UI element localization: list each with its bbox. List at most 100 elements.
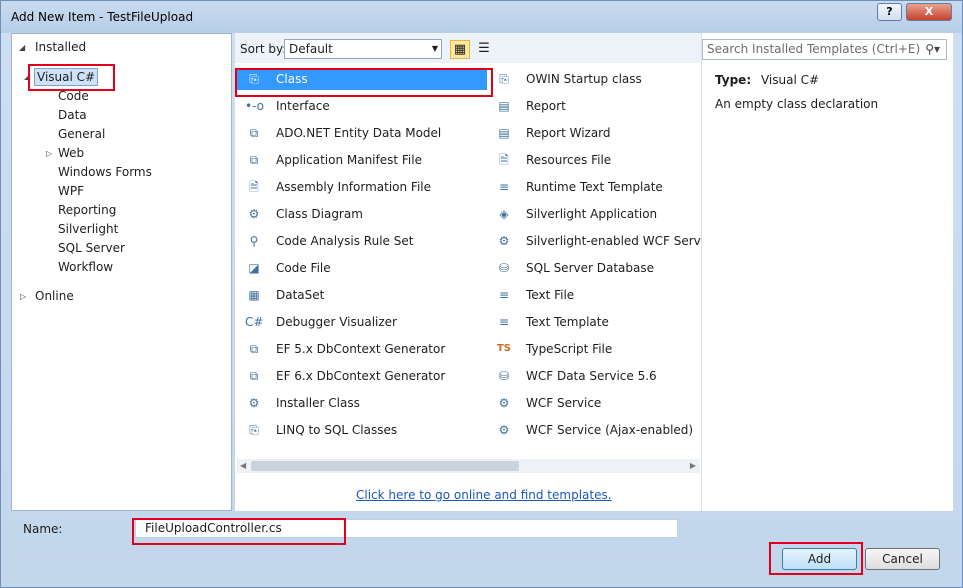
template-item-label: Resources File [526,153,612,167]
grid-view-icon: ▦ [453,42,467,57]
scrollbar-thumb[interactable] [251,461,519,471]
silverlight-icon: ◈ [499,207,509,221]
details-pane: Search Installed Templates (Ctrl+E) ⚲▾ T… [701,33,953,511]
debugger-visualizer-icon: C# [245,315,264,329]
template-item-label: Code File [276,261,331,275]
interface-icon: •-o [245,99,264,113]
type-label: Type: [715,73,752,87]
tree-node-label: SQL Server [58,241,125,255]
database-icon: ⛁ [498,261,510,275]
medium-icons-view-button[interactable]: ▦ [450,40,470,59]
category-tree: ◢ Installed ◢ Visual C# Code Data Genera… [11,33,232,511]
scroll-right-icon[interactable]: ▶ [690,459,696,473]
tree-node-label: Reporting [58,203,117,217]
template-item-label: Report [526,99,566,113]
tree-node-label: Workflow [58,260,114,274]
tree-node-label: Data [58,108,87,122]
tree-node-silverlight[interactable]: Silverlight [58,220,118,239]
template-item-label: TypeScript File [526,342,613,356]
text-template-icon: ≡ [498,315,510,329]
search-icon[interactable]: ⚲▾ [925,40,940,59]
title-bar: Add New Item - TestFileUpload ? X [1,1,962,33]
tree-node-workflow[interactable]: Workflow [58,258,113,277]
tree-node-windows-forms[interactable]: Windows Forms [58,163,152,182]
template-item-label: EF 5.x DbContext Generator [276,342,446,356]
ef6-generator-icon: ⧉ [249,369,259,383]
template-item-label: Assembly Information File [276,180,432,194]
dropdown-arrow-icon: ▼ [431,44,438,53]
expand-down-icon[interactable]: ◢ [19,38,25,57]
entity-model-icon: ⧉ [249,126,259,140]
manifest-icon: ⧉ [249,153,259,167]
template-item-label: WCF Service (Ajax-enabled) [526,423,694,437]
sort-toolbar: Sort by: Default ▼ ▦ ☰ [235,33,702,63]
tree-node-wpf[interactable]: WPF [58,182,84,201]
expand-right-icon[interactable]: ▷ [20,287,26,306]
template-item-label: Silverlight Application [526,207,658,221]
resources-icon: 🗎 [499,153,509,167]
tree-node-label: General [58,127,106,141]
template-item-label: Text File [526,288,575,302]
template-item-label: WCF Data Service 5.6 [526,369,657,383]
text-file-icon: ≡ [498,288,510,302]
highlight-add-button [769,542,863,575]
search-placeholder: Search Installed Templates (Ctrl+E) [707,42,921,56]
highlight-class-template [235,68,493,97]
template-description: An empty class declaration [715,97,879,111]
list-view-button[interactable]: ☰ [474,40,494,59]
template-item-label: ADO.NET Entity Data Model [276,126,442,140]
template-item-label: Class Diagram [276,207,363,221]
assembly-info-icon: 🗎 [249,180,259,194]
sort-value: Default [289,42,333,56]
horizontal-scrollbar[interactable]: ◀ ▶ [237,459,700,473]
rule-set-icon: ⚲ [249,234,259,248]
tree-node-sql-server[interactable]: SQL Server [58,239,125,258]
template-item-label: SQL Server Database [526,261,654,275]
typescript-icon: TS [496,343,512,354]
tree-node-label: Silverlight [58,222,119,236]
template-list-pane: Sort by: Default ▼ ▦ ☰ ⎘ Class •-o Interfac… [235,33,718,511]
template-item-label: Installer Class [276,396,360,410]
expand-right-icon[interactable]: ▷ [46,144,52,163]
scroll-left-icon[interactable]: ◀ [240,459,246,473]
template-item-label: Report Wizard [526,126,611,140]
window-title: Add New Item - TestFileUpload [11,10,194,24]
close-button[interactable]: X [906,3,952,21]
type-value: Visual C# [760,73,820,87]
sort-dropdown[interactable]: Default ▼ [284,39,442,59]
silverlight-wcf-icon: ⚙ [498,234,510,248]
template-item-label: Text Template [526,315,609,329]
online-templates-link[interactable]: Click here to go online and find templat… [356,488,612,502]
name-label: Name: [23,522,63,536]
template-item-label: Interface [276,99,330,113]
template-item-label: EF 6.x DbContext Generator [276,369,446,383]
type-row: Type: Visual C# [715,73,819,87]
tree-node-data[interactable]: Data [58,106,87,125]
wcf-service-icon: ⚙ [498,396,510,410]
tree-node-installed-label: Installed [35,40,87,54]
template-item-label: WCF Service [526,396,602,410]
class-diagram-icon: ⚙ [248,207,260,221]
dataset-icon: ▦ [248,288,260,302]
tree-node-online-label: Online [35,289,74,303]
code-file-icon: ◪ [248,261,260,275]
template-item-label: Code Analysis Rule Set [276,234,414,248]
tree-node-general[interactable]: General [58,125,105,144]
tree-node-reporting[interactable]: Reporting [58,201,116,220]
sort-label: Sort by: [240,42,287,56]
wcf-ajax-icon: ⚙ [498,423,510,437]
tree-node-code[interactable]: Code [58,87,89,106]
linq-icon: ⎘ [249,423,259,437]
wcf-data-service-icon: ⛁ [498,369,510,383]
template-item-label: OWIN Startup class [526,72,642,86]
cancel-button[interactable]: Cancel [865,548,940,570]
template-item-label: Runtime Text Template [526,180,663,194]
add-new-item-dialog: Add New Item - TestFileUpload ? X ◢ Inst… [0,0,963,588]
ef5-generator-icon: ⧉ [249,342,259,356]
report-wizard-icon: ▤ [498,126,510,140]
help-button[interactable]: ? [877,3,902,21]
template-item-label: Silverlight-enabled WCF Service [526,234,719,248]
runtime-template-icon: ≡ [498,180,510,194]
search-templates-input[interactable]: Search Installed Templates (Ctrl+E) ⚲▾ [702,39,947,60]
owin-icon: ⎘ [499,72,509,86]
